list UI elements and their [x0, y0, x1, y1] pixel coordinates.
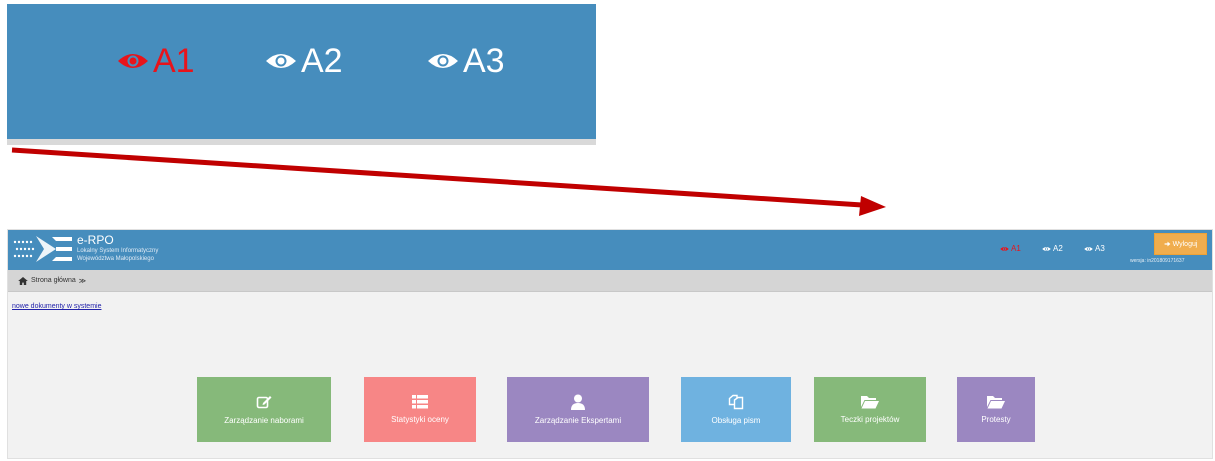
accessibility-a1[interactable]: A1 [1000, 244, 1021, 253]
home-icon [18, 276, 28, 285]
eye-icon [1084, 246, 1093, 251]
list-icon [412, 395, 428, 409]
tile-evaluation-statistics-label: Statystyki oceny [391, 415, 449, 424]
logout-button[interactable]: Wyloguj [1154, 233, 1207, 255]
breadcrumb: Strona główna ≫ [8, 270, 1212, 292]
eye-icon [1000, 246, 1009, 251]
folder-open-icon [987, 396, 1005, 409]
tile-correspondence-handling-label: Obsługa pism [711, 416, 761, 425]
sign-out-icon [1164, 241, 1170, 247]
tile-evaluation-statistics[interactable]: Statystyki oceny [364, 377, 476, 442]
app-subtitle: Lokalny System Informatyczny Województwa… [77, 247, 158, 263]
folder-open-icon [861, 396, 879, 409]
accessibility-a1-label: A1 [1011, 244, 1021, 253]
tile-recruitment-management-label: Zarządzanie naborami [224, 416, 304, 425]
user-icon [571, 394, 585, 410]
tile-project-folders-label: Teczki projektów [840, 415, 900, 424]
tile-expert-management[interactable]: Zarządzanie Ekspertami [507, 377, 649, 442]
breadcrumb-separator: ≫ [78, 277, 87, 285]
breadcrumb-home-link[interactable]: Strona główna [31, 277, 76, 284]
screenshot-stage: A1 A2 A3 e-RPO Lokalny System Informatyc… [0, 0, 1215, 461]
accessibility-a2[interactable]: A2 [1042, 244, 1063, 253]
app-subtitle-line2: Województwa Małopolskiego [77, 256, 154, 262]
tile-correspondence-handling[interactable]: Obsługa pism [681, 377, 791, 442]
accessibility-a3[interactable]: A3 [1084, 244, 1105, 253]
header-bar: e-RPO Lokalny System Informatyczny Wojew… [8, 230, 1212, 270]
app-subtitle-line1: Lokalny System Informatyczny [77, 248, 159, 254]
tile-recruitment-management[interactable]: Zarządzanie naborami [197, 377, 331, 442]
tile-protests-label: Protesty [981, 415, 1011, 424]
tile-project-folders[interactable]: Teczki projektów [814, 377, 926, 442]
app-window: e-RPO Lokalny System Informatyczny Wojew… [7, 229, 1213, 459]
eye-icon [1042, 246, 1051, 251]
tile-protests[interactable]: Protesty [957, 377, 1035, 442]
accessibility-a2-label: A2 [1053, 244, 1063, 253]
edit-icon [256, 396, 272, 409]
erpo-logo-icon [13, 236, 72, 262]
version-text: wersja: in201809171637 [1130, 258, 1185, 264]
app-title: e-RPO [77, 233, 114, 247]
accessibility-a3-label: A3 [1095, 244, 1105, 253]
logout-label: Wyloguj [1172, 240, 1198, 248]
copy-icon [728, 394, 744, 410]
tile-expert-management-label: Zarządzanie Ekspertami [534, 416, 622, 425]
new-documents-link[interactable]: nowe dokumenty w systemie [12, 303, 101, 310]
